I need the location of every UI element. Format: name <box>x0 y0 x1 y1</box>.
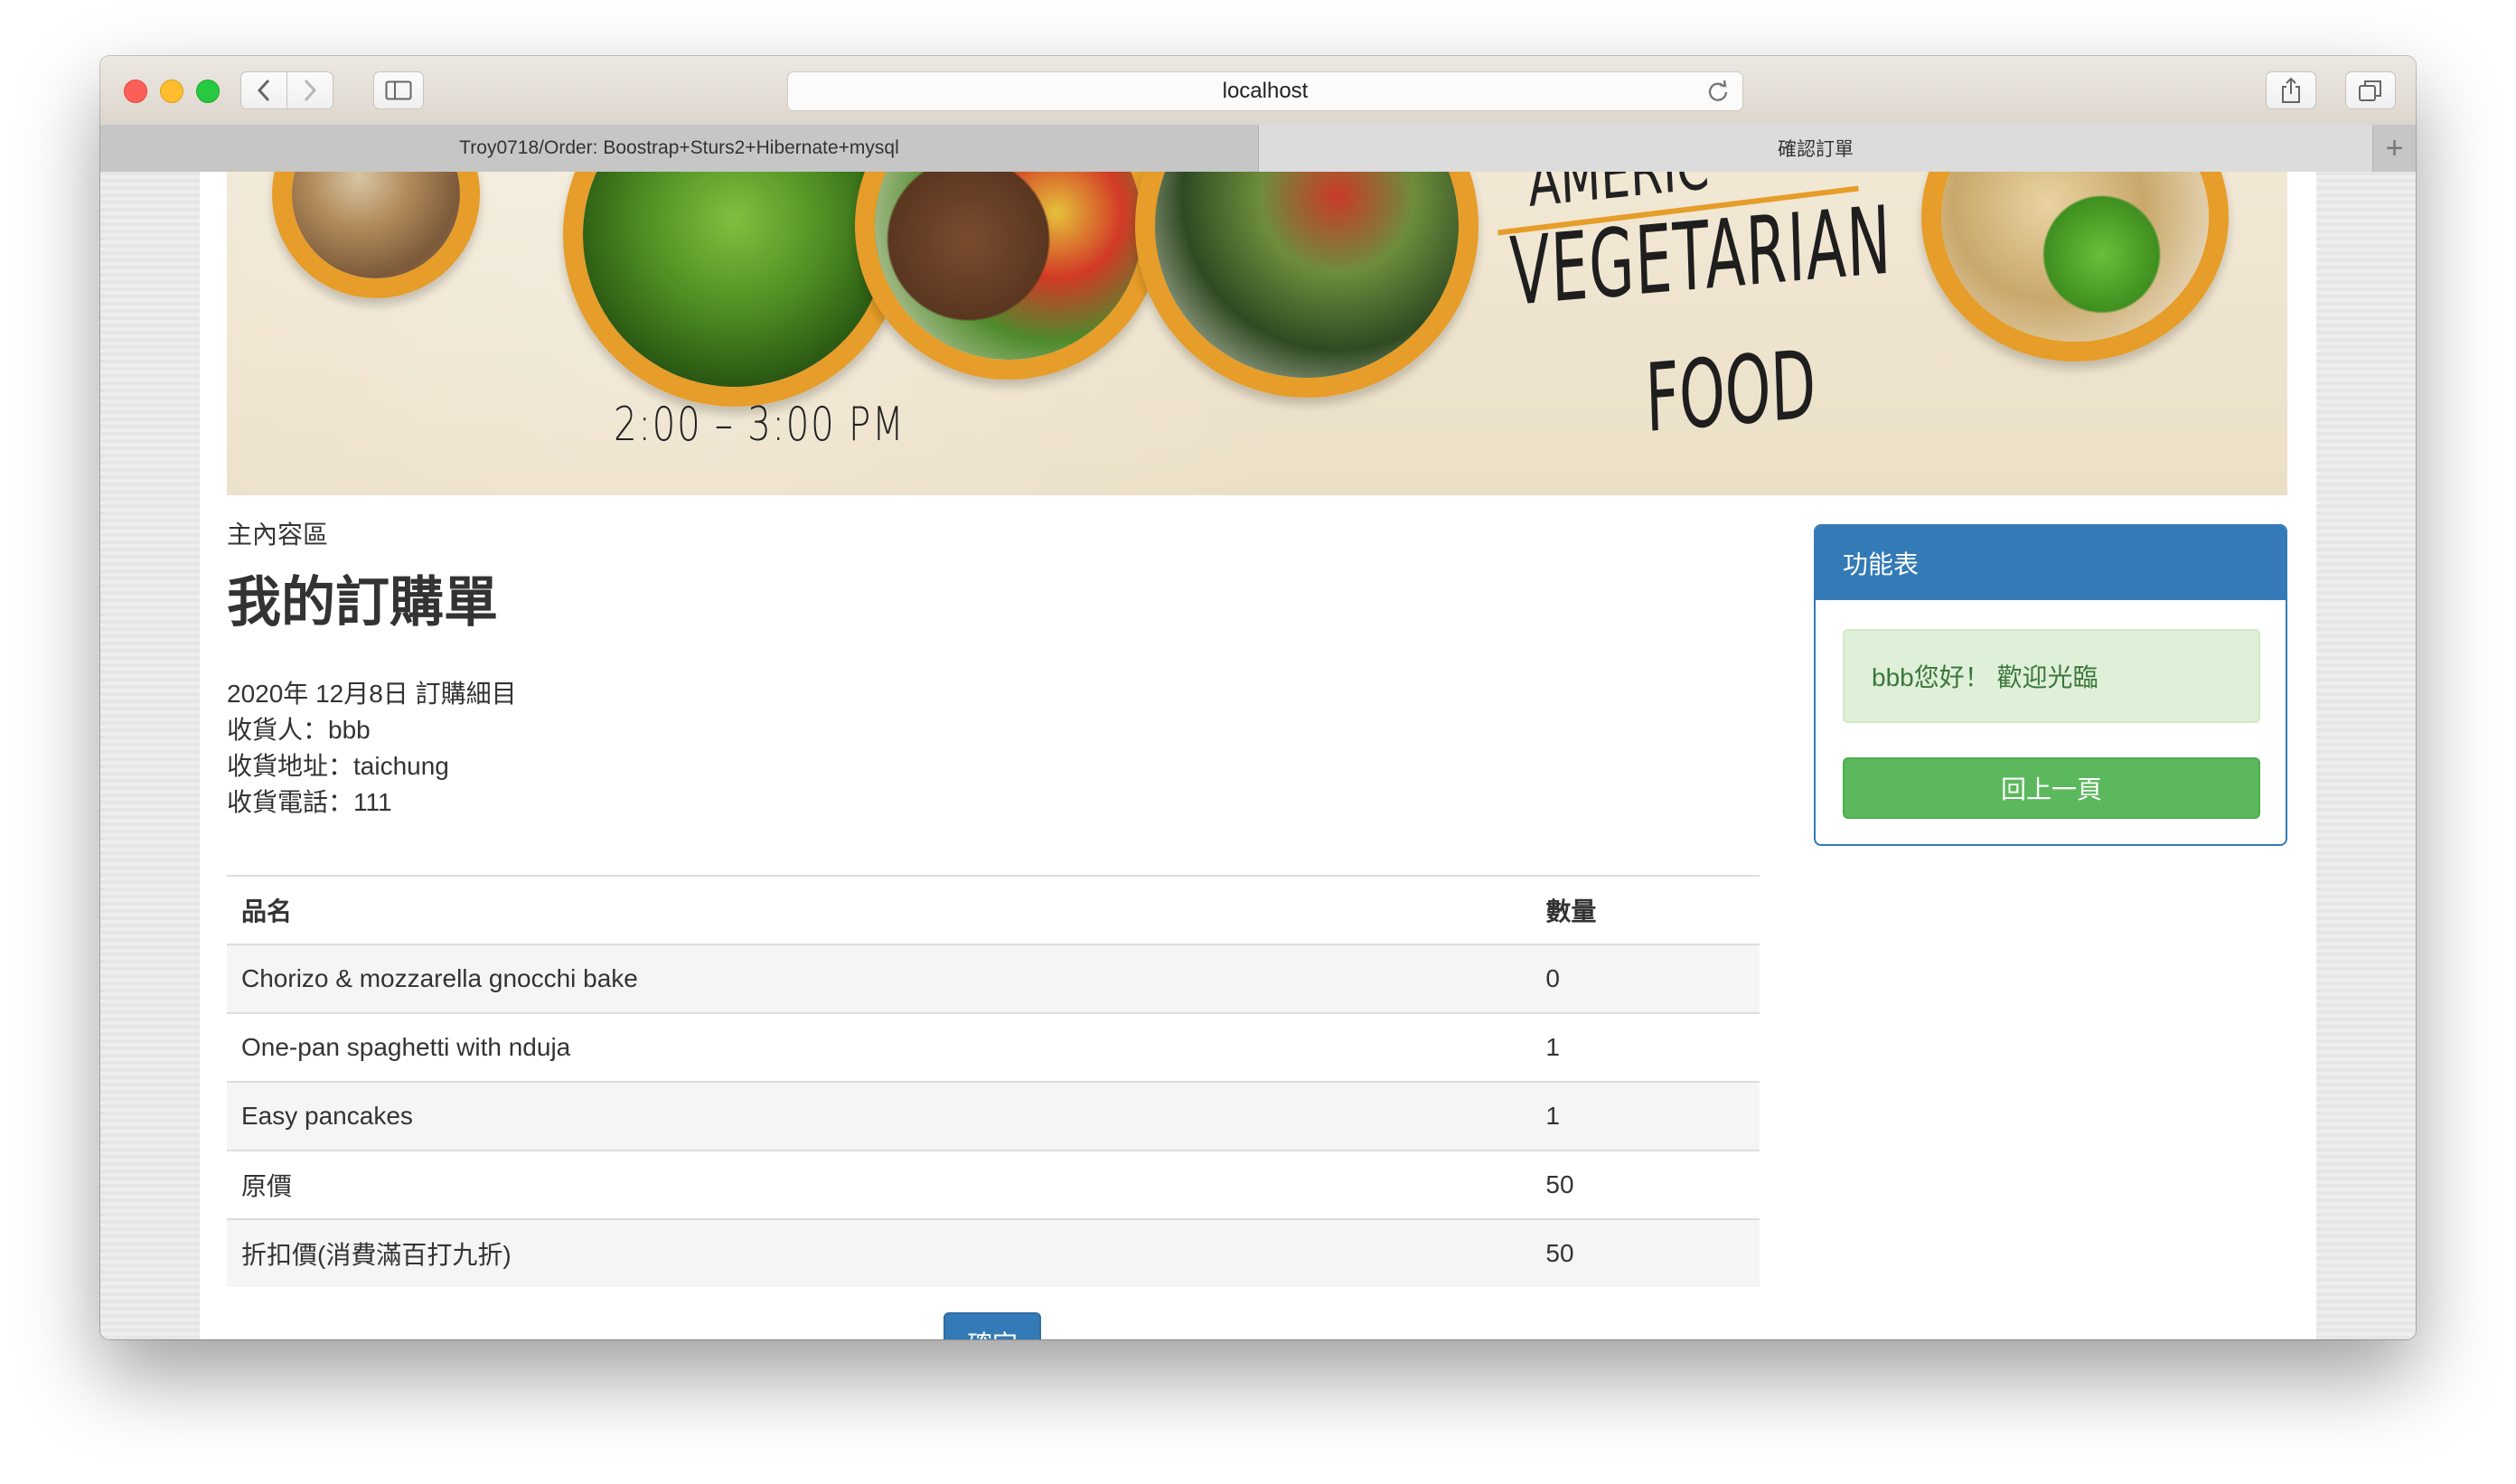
item-name-cell: One-pan spaghetti with nduja <box>227 1012 1532 1082</box>
item-name-cell: Chorizo & mozzarella gnocchi bake <box>227 944 1532 1013</box>
table-row: 原價 50 <box>227 1150 1760 1219</box>
share-icon <box>2282 77 2300 103</box>
reload-icon[interactable] <box>1706 80 1730 109</box>
discount-price-label: 折扣價(消費滿百打九折) <box>227 1218 1532 1287</box>
page-title: 我的訂購單 <box>227 572 498 633</box>
confirm-button[interactable]: 確定 <box>944 1312 1041 1339</box>
tabs-icon <box>2359 80 2381 101</box>
address-bar[interactable]: localhost <box>787 71 1743 111</box>
order-table: 品名 數量 Chorizo & mozzarella gnocchi bake … <box>227 875 1760 1287</box>
original-price-value: 50 <box>1531 1150 1760 1219</box>
quantity-cell: 1 <box>1531 1012 1760 1082</box>
zoom-window-button[interactable] <box>196 80 220 103</box>
sidebar-button[interactable] <box>373 71 424 109</box>
food-plate <box>1135 172 1479 398</box>
section-label: 主內容區 <box>227 521 329 549</box>
tab-label: 確認訂單 <box>1778 139 1854 160</box>
food-plate <box>1921 172 2229 362</box>
discount-price-value: 50 <box>1531 1218 1760 1287</box>
plus-icon: + <box>2385 130 2404 165</box>
minimize-window-button[interactable] <box>160 80 183 103</box>
browser-window: localhost Troy0718/Order: Boostrap+Sturs… <box>100 56 2416 1339</box>
table-row: One-pan spaghetti with nduja 1 <box>227 1012 1760 1082</box>
tab-label: Troy0718/Order: Boostrap+Sturs2+Hibernat… <box>459 137 899 158</box>
quantity-cell: 0 <box>1531 944 1760 1013</box>
page-container: 2:00 – 3:00 PM AMERIC VEGETARIAN FOOD 主內… <box>200 172 2316 1339</box>
address-info: 收貨地址：taichung <box>227 752 449 780</box>
tab-bar: Troy0718/Order: Boostrap+Sturs2+Hibernat… <box>100 125 2416 173</box>
url-text: localhost <box>1222 79 1309 103</box>
recipient-info: 收貨人：bbb <box>227 716 371 744</box>
item-name-cell: Easy pancakes <box>227 1081 1532 1151</box>
chevron-left-icon <box>257 79 270 102</box>
back-button[interactable] <box>240 71 287 109</box>
order-date: 2020年 12月8日 訂購細目 <box>227 680 517 708</box>
tabs-overview-button[interactable] <box>2345 71 2396 109</box>
back-page-button[interactable]: 回上一頁 <box>1843 757 2260 819</box>
food-plate <box>855 172 1162 380</box>
sidebar-icon <box>385 80 412 100</box>
food-plate <box>272 172 480 298</box>
browser-toolbar: localhost <box>100 56 2416 126</box>
banner-subtitle: FOOD <box>1644 329 1817 454</box>
table-row: Chorizo & mozzarella gnocchi bake 0 <box>227 944 1760 1013</box>
welcome-alert: bbb您好！ 歡迎光臨 <box>1843 629 2260 723</box>
column-header-quantity: 數量 <box>1531 875 1760 945</box>
banner-image: 2:00 – 3:00 PM AMERIC VEGETARIAN FOOD <box>227 172 2287 495</box>
tab-github[interactable]: Troy0718/Order: Boostrap+Sturs2+Hibernat… <box>100 125 1259 172</box>
original-price-label: 原價 <box>227 1150 1532 1219</box>
phone-info: 收貨電話：111 <box>227 788 392 816</box>
food-plate <box>563 172 906 407</box>
tab-confirm-order[interactable]: 確認訂單 <box>1259 125 2372 172</box>
new-tab-button[interactable]: + <box>2372 125 2416 172</box>
table-row: 折扣價(消費滿百打九折) 50 <box>227 1218 1760 1287</box>
banner-time-text: 2:00 – 3:00 PM <box>614 398 906 452</box>
quantity-cell: 1 <box>1531 1081 1760 1151</box>
column-header-item: 品名 <box>227 875 1532 945</box>
chevron-right-icon <box>304 79 317 102</box>
table-row: Easy pancakes 1 <box>227 1081 1760 1151</box>
function-panel: 功能表 bbb您好！ 歡迎光臨 回上一頁 <box>1814 524 2287 846</box>
page-viewport[interactable]: 2:00 – 3:00 PM AMERIC VEGETARIAN FOOD 主內… <box>100 172 2416 1339</box>
table-header-row: 品名 數量 <box>227 875 1760 945</box>
panel-title: 功能表 <box>1816 526 2286 600</box>
share-button[interactable] <box>2266 71 2316 109</box>
close-window-button[interactable] <box>124 80 147 103</box>
forward-button[interactable] <box>286 71 333 109</box>
